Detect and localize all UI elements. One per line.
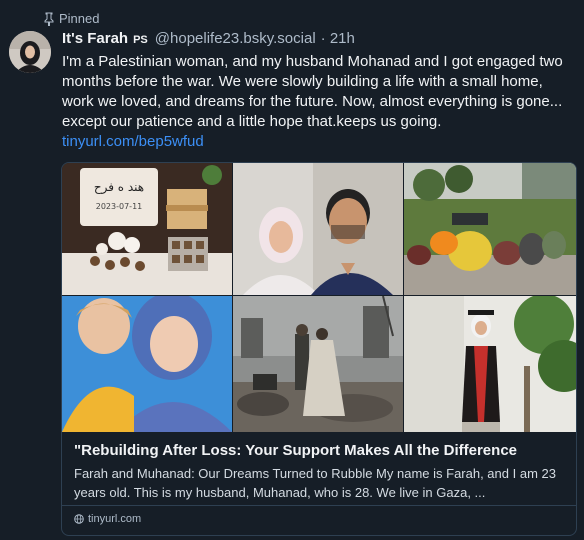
- collage-photo-cake-table: هند ه فرح 2023-07-11: [62, 163, 232, 295]
- author-flag-tag: PS: [133, 34, 148, 46]
- author-handle[interactable]: @hopelife23.bsky.social: [155, 30, 316, 47]
- pinned-indicator: Pinned: [44, 11, 99, 26]
- collage-photo-couple-ruins: [233, 296, 403, 432]
- pin-icon: [44, 12, 54, 26]
- link-preview-card[interactable]: هند ه فرح 2023-07-11 "Rebuilding After L…: [61, 162, 577, 536]
- cake-date-text: 2023-07-11: [96, 202, 143, 211]
- post-header: It's Farah PS @hopelife23.bsky.social · …: [62, 30, 355, 47]
- post-body-text: I'm a Palestinian woman, and my husband …: [62, 53, 563, 130]
- collage-photo-mother-child: [62, 296, 232, 432]
- post-link[interactable]: tinyurl.com/bep5wfud: [62, 133, 204, 150]
- author-display-name[interactable]: It's Farah: [62, 30, 128, 47]
- collage-photo-couple-selfie: [233, 163, 403, 295]
- collage-photo-graduate: [404, 296, 576, 432]
- cake-topper-text: هند ه فرح: [94, 180, 144, 195]
- link-preview-title[interactable]: "Rebuilding After Loss: Your Support Mak…: [74, 442, 568, 459]
- post-timestamp[interactable]: · 21h: [321, 30, 355, 47]
- globe-icon: [74, 514, 84, 524]
- collage-photo-belongings-bags: [404, 163, 576, 295]
- pinned-label: Pinned: [59, 11, 100, 26]
- link-preview-domain-text: tinyurl.com: [88, 513, 142, 525]
- link-preview-domain: tinyurl.com: [74, 513, 141, 525]
- preview-image-collage: هند ه فرح 2023-07-11: [62, 163, 576, 432]
- link-preview-divider: [62, 505, 576, 506]
- link-preview-description: Farah and Muhanad: Our Dreams Turned to …: [74, 466, 556, 500]
- avatar[interactable]: [9, 31, 51, 73]
